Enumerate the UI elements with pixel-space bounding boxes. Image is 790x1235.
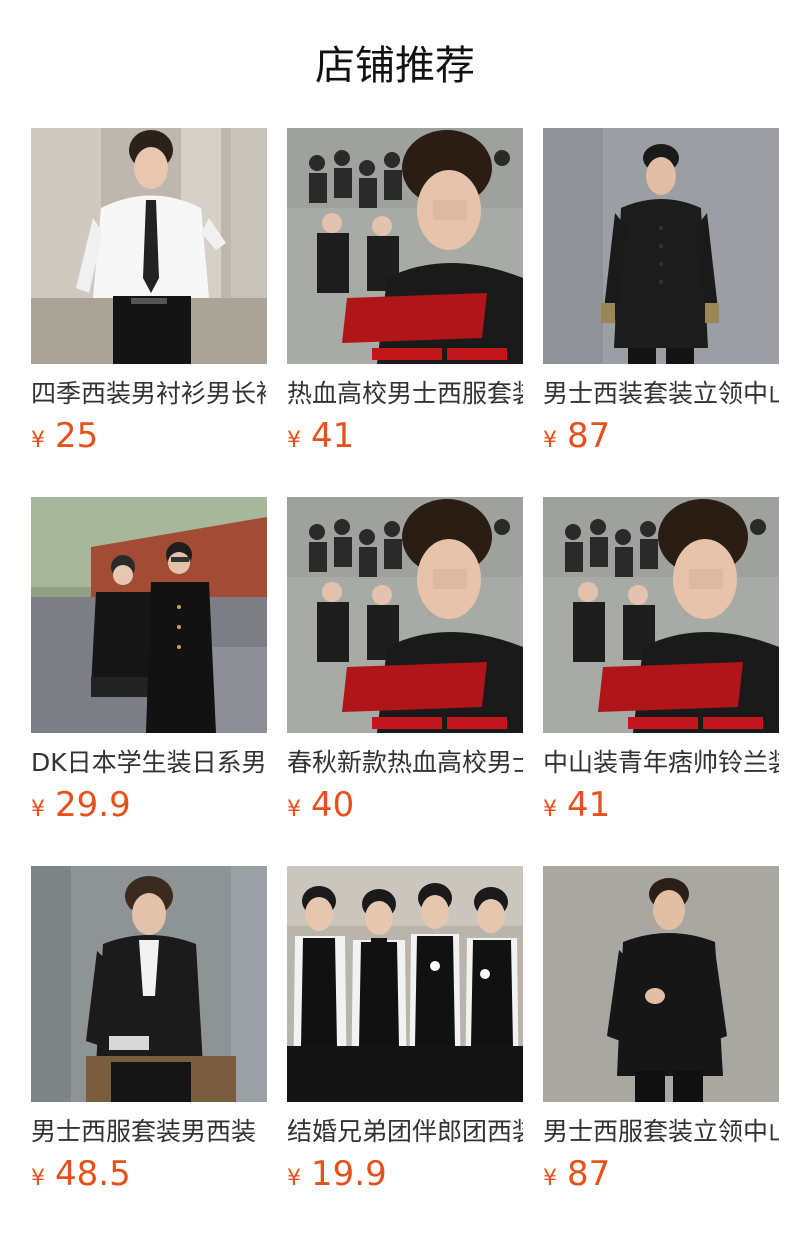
product-image[interactable] <box>543 128 779 364</box>
product-name: 热血高校男士西服套装 <box>287 379 523 408</box>
price-amount: 48.5 <box>55 1154 131 1194</box>
recommend-page: 店铺推荐 四季西装男衬衫男长袖 ¥ 25 热血高校男士西服套装 ¥ 41 男士西… <box>0 0 790 1234</box>
product-image[interactable] <box>31 866 267 1102</box>
product-name: 男士西装套装立领中山装 <box>543 379 779 408</box>
product-price: ¥ 40 <box>287 785 523 825</box>
product-card[interactable]: 男士西服套装立领中山装 ¥ 87 <box>543 866 779 1235</box>
product-image[interactable] <box>31 497 267 733</box>
currency-symbol: ¥ <box>287 1166 301 1191</box>
product-image[interactable] <box>543 497 779 733</box>
product-price: ¥ 19.9 <box>287 1154 523 1194</box>
product-name: 男士西服套装立领中山装 <box>543 1117 779 1146</box>
product-image[interactable] <box>543 866 779 1102</box>
product-price: ¥ 48.5 <box>31 1154 267 1194</box>
currency-symbol: ¥ <box>31 428 45 453</box>
product-image[interactable] <box>287 866 523 1102</box>
product-price: ¥ 25 <box>31 416 267 456</box>
product-card[interactable]: DK日本学生装日系男 ¥ 29.9 <box>31 497 267 866</box>
currency-symbol: ¥ <box>543 428 557 453</box>
product-name: 结婚兄弟团伴郎团西装 <box>287 1117 523 1146</box>
product-name: 中山装青年痞帅铃兰装 <box>543 748 779 777</box>
product-card[interactable]: 结婚兄弟团伴郎团西装 ¥ 19.9 <box>287 866 523 1235</box>
product-price: ¥ 29.9 <box>31 785 267 825</box>
price-amount: 87 <box>567 416 611 456</box>
price-amount: 25 <box>55 416 99 456</box>
currency-symbol: ¥ <box>287 428 301 453</box>
product-image[interactable] <box>31 128 267 364</box>
product-card[interactable]: 春秋新款热血高校男士 ¥ 40 <box>287 497 523 866</box>
currency-symbol: ¥ <box>543 797 557 822</box>
product-card[interactable]: 男士西装套装立领中山装 ¥ 87 <box>543 128 779 497</box>
currency-symbol: ¥ <box>31 1166 45 1191</box>
product-image[interactable] <box>287 497 523 733</box>
price-amount: 87 <box>567 1154 611 1194</box>
product-card[interactable]: 热血高校男士西服套装 ¥ 41 <box>287 128 523 497</box>
price-amount: 41 <box>311 416 355 456</box>
currency-symbol: ¥ <box>543 1166 557 1191</box>
product-grid: 四季西装男衬衫男长袖 ¥ 25 热血高校男士西服套装 ¥ 41 男士西装套装立领… <box>31 128 790 1235</box>
product-name: 四季西装男衬衫男长袖 <box>31 379 267 408</box>
price-amount: 41 <box>567 785 611 825</box>
product-name: 春秋新款热血高校男士 <box>287 748 523 777</box>
product-price: ¥ 41 <box>543 785 779 825</box>
product-card[interactable]: 中山装青年痞帅铃兰装 ¥ 41 <box>543 497 779 866</box>
product-price: ¥ 87 <box>543 1154 779 1194</box>
product-card[interactable]: 四季西装男衬衫男长袖 ¥ 25 <box>31 128 267 497</box>
price-amount: 19.9 <box>311 1154 387 1194</box>
currency-symbol: ¥ <box>287 797 301 822</box>
currency-symbol: ¥ <box>31 797 45 822</box>
price-amount: 29.9 <box>55 785 131 825</box>
product-image[interactable] <box>287 128 523 364</box>
product-price: ¥ 87 <box>543 416 779 456</box>
price-amount: 40 <box>311 785 355 825</box>
product-price: ¥ 41 <box>287 416 523 456</box>
product-card[interactable]: 男士西服套装男西装 ¥ 48.5 <box>31 866 267 1235</box>
section-title: 店铺推荐 <box>315 43 475 89</box>
product-name: DK日本学生装日系男 <box>31 748 267 777</box>
product-name: 男士西服套装男西装 <box>31 1117 257 1146</box>
